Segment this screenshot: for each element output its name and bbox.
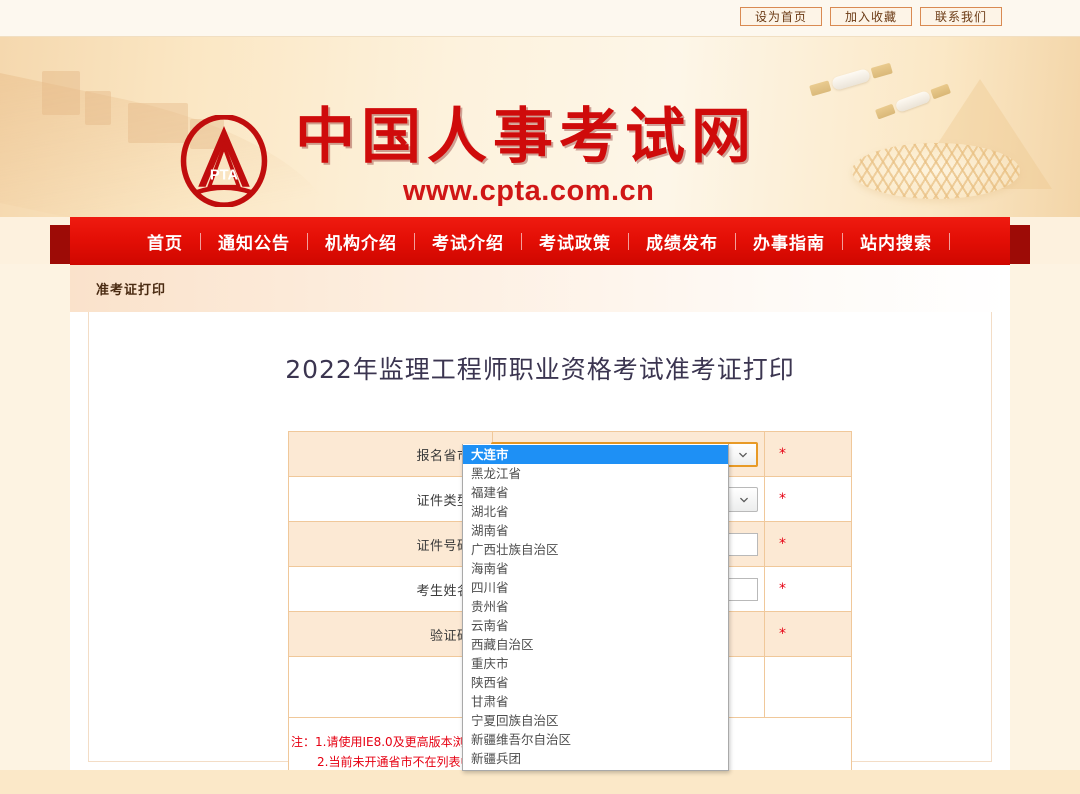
nav-separator bbox=[949, 232, 950, 250]
nav-item-exam-intro[interactable]: 考试介绍 bbox=[415, 229, 521, 254]
top-utility-buttons: 设为首页 加入收藏 联系我们 bbox=[740, 7, 1002, 26]
dropdown-option-xinjiang[interactable]: 新疆维吾尔自治区 bbox=[463, 730, 728, 749]
dropdown-option-hunan[interactable]: 湖南省 bbox=[463, 521, 728, 540]
page-gutter-right bbox=[1010, 264, 1080, 770]
svg-text:PTA: PTA bbox=[210, 167, 239, 183]
nav-item-organization[interactable]: 机构介绍 bbox=[308, 229, 414, 254]
chevron-down-icon bbox=[740, 497, 748, 503]
nav-item-notices[interactable]: 通知公告 bbox=[201, 229, 307, 254]
set-homepage-button[interactable]: 设为首页 bbox=[740, 7, 822, 26]
nav-item-home[interactable]: 首页 bbox=[130, 229, 200, 254]
nav-item-results[interactable]: 成绩发布 bbox=[629, 229, 735, 254]
nav-item-exam-policy[interactable]: 考试政策 bbox=[522, 229, 628, 254]
brand-block: 中国人事考试网 www.cpta.com.cn bbox=[295, 105, 757, 208]
required-mark-captcha: * bbox=[764, 611, 852, 657]
dropdown-option-chongqing[interactable]: 重庆市 bbox=[463, 654, 728, 673]
add-favorite-button[interactable]: 加入收藏 bbox=[830, 7, 912, 26]
site-url: www.cpta.com.cn bbox=[403, 175, 655, 207]
nav-item-guide[interactable]: 办事指南 bbox=[736, 229, 842, 254]
dropdown-option-guangxi[interactable]: 广西壮族自治区 bbox=[463, 540, 728, 559]
dropdown-option-hubei[interactable]: 湖北省 bbox=[463, 502, 728, 521]
page-gutter-left bbox=[0, 264, 70, 770]
breadcrumb-bar: 准考证打印 bbox=[70, 264, 1010, 312]
dropdown-option-yunnan[interactable]: 云南省 bbox=[463, 616, 728, 635]
dropdown-option-guizhou[interactable]: 贵州省 bbox=[463, 597, 728, 616]
dropdown-option-gansu[interactable]: 甘肃省 bbox=[463, 692, 728, 711]
dropdown-option-shaanxi[interactable]: 陕西省 bbox=[463, 673, 728, 692]
main-navigation: 首页 通知公告 机构介绍 考试介绍 考试政策 成绩发布 办事指南 站内搜索 bbox=[70, 217, 1010, 265]
required-mark-id-type: * bbox=[764, 476, 852, 522]
breadcrumb: 准考证打印 bbox=[96, 282, 167, 298]
pta-logo[interactable]: PTA bbox=[178, 114, 270, 208]
dropdown-option-heilongjiang[interactable]: 黑龙江省 bbox=[463, 464, 728, 483]
top-utility-bar: 设为首页 加入收藏 联系我们 bbox=[0, 0, 1080, 36]
dropdown-option-sichuan[interactable]: 四川省 bbox=[463, 578, 728, 597]
required-mark-id-number: * bbox=[764, 521, 852, 567]
site-banner: PTA 中国人事考试网 www.cpta.com.cn bbox=[0, 36, 1080, 217]
main-navigation-wrapper: 首页 通知公告 机构介绍 考试介绍 考试政策 成绩发布 办事指南 站内搜索 bbox=[0, 217, 1080, 273]
required-mark-name: * bbox=[764, 566, 852, 612]
dropdown-option-xizang[interactable]: 西藏自治区 bbox=[463, 635, 728, 654]
page-title: 2022年监理工程师职业资格考试准考证打印 bbox=[285, 355, 795, 384]
required-mark-province: * bbox=[764, 431, 852, 477]
nav-item-site-search[interactable]: 站内搜索 bbox=[843, 229, 949, 254]
dropdown-option-xinjiang-bingtuan[interactable]: 新疆兵团 bbox=[463, 749, 728, 768]
dropdown-option-dalian[interactable]: 大连市 bbox=[463, 445, 728, 464]
chevron-down-icon bbox=[739, 452, 747, 458]
dropdown-option-ningxia[interactable]: 宁夏回族自治区 bbox=[463, 711, 728, 730]
submit-spacer bbox=[764, 656, 852, 718]
contact-us-button[interactable]: 联系我们 bbox=[920, 7, 1002, 26]
site-name: 中国人事考试网 bbox=[295, 102, 757, 172]
province-dropdown-list[interactable]: 大连市 黑龙江省 福建省 湖北省 湖南省 广西壮族自治区 海南省 四川省 贵州省… bbox=[462, 444, 729, 771]
dropdown-option-hainan[interactable]: 海南省 bbox=[463, 559, 728, 578]
page-footer bbox=[0, 770, 1080, 794]
dropdown-option-fujian[interactable]: 福建省 bbox=[463, 483, 728, 502]
